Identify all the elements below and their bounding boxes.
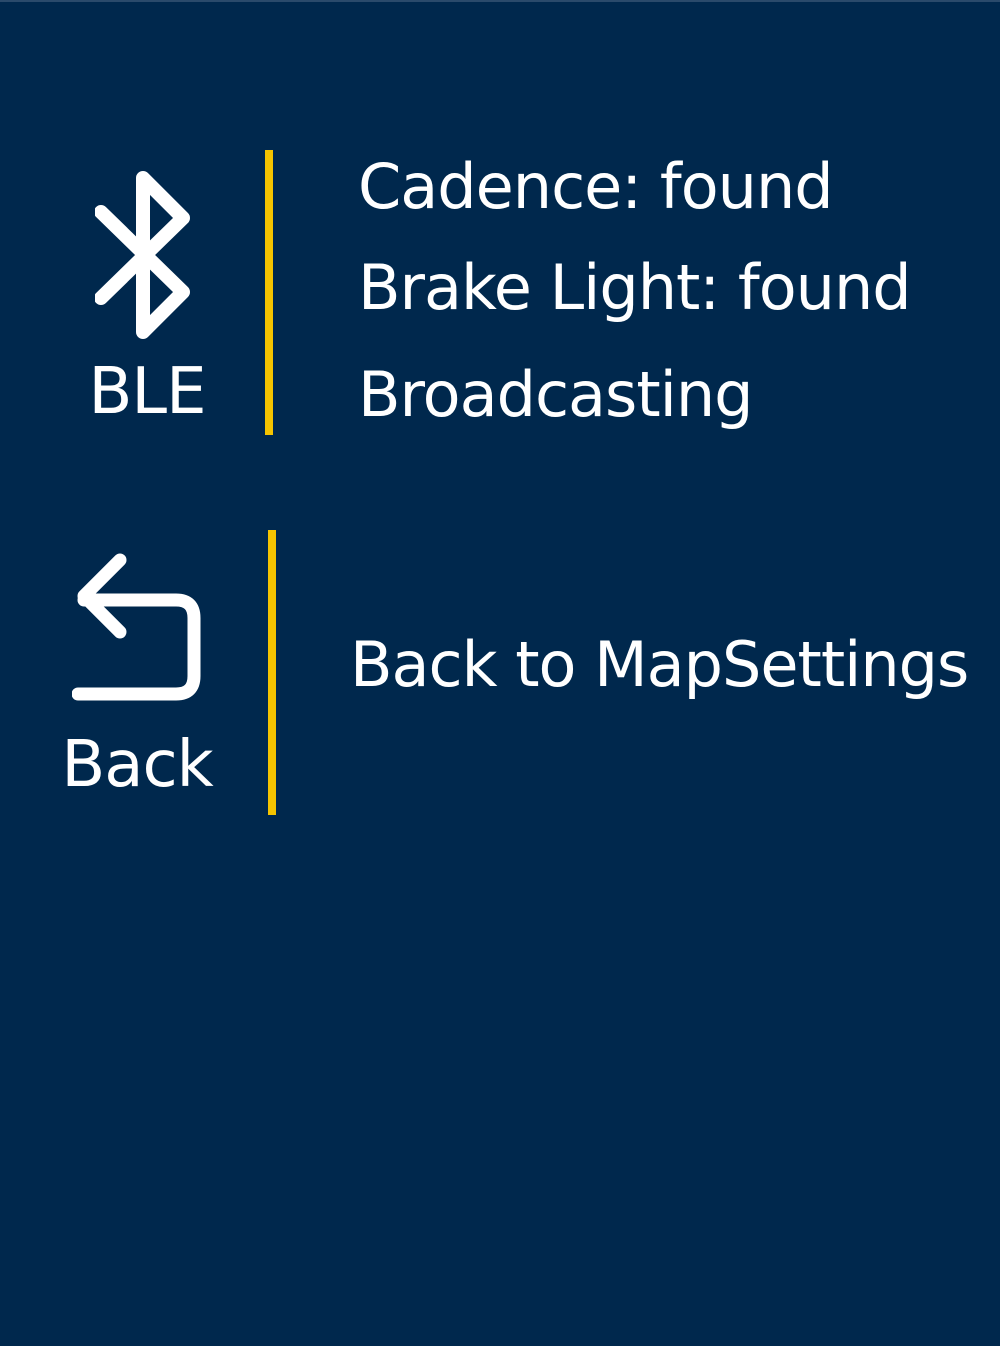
ble-menu-item[interactable]: BLE Cadence: found Brake Light: found Br…: [0, 150, 1000, 435]
brake-light-status: Brake Light: found: [358, 251, 912, 324]
bluetooth-icon: [95, 171, 190, 339]
ble-label: BLE: [88, 355, 207, 429]
top-border: [0, 0, 1000, 2]
back-divider: [268, 530, 276, 815]
cadence-status: Cadence: found: [358, 150, 834, 223]
back-text-column: Back to MapSettings: [350, 530, 978, 815]
back-icon-column: Back: [55, 530, 235, 815]
screen: BLE Cadence: found Brake Light: found Br…: [0, 0, 1000, 1346]
back-action-text: Back to MapSettings: [350, 628, 969, 701]
ble-status-list: Cadence: found Brake Light: found Broadc…: [358, 150, 978, 435]
ble-divider: [265, 150, 273, 435]
ble-icon-column: BLE: [55, 150, 235, 435]
back-menu-item[interactable]: Back Back to MapSettings: [0, 530, 1000, 815]
back-label: Back: [61, 728, 213, 802]
back-arrow-icon: [72, 553, 201, 701]
broadcast-status: Broadcasting: [358, 358, 754, 431]
